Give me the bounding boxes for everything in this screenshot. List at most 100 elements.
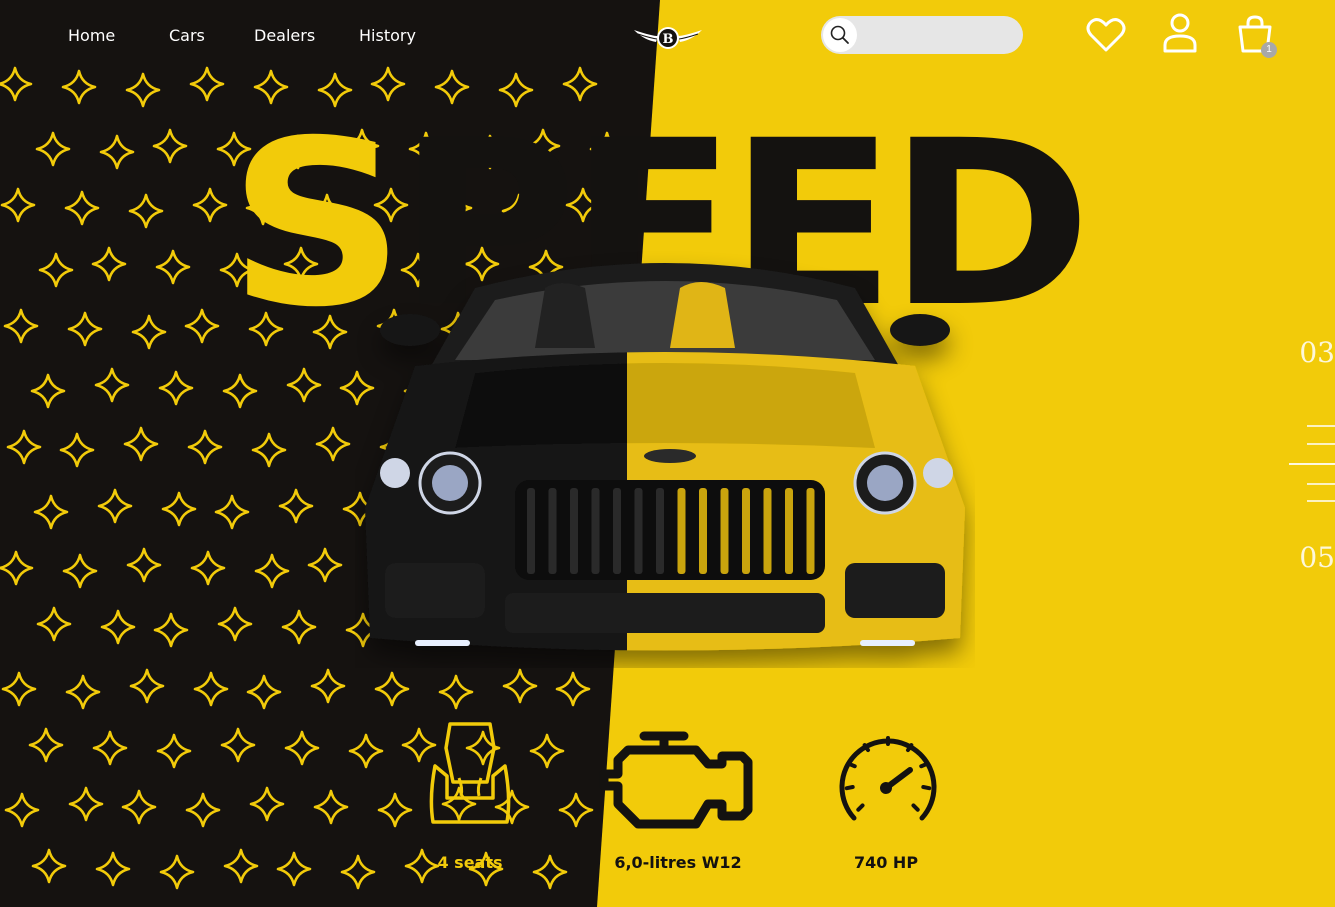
sparkle-icon [121, 789, 157, 825]
sparkle-icon [348, 733, 384, 769]
speedometer-tick [906, 743, 914, 753]
sparkle-icon [558, 792, 594, 828]
grille-bar [742, 488, 750, 574]
sparkle-icon [374, 671, 410, 707]
sparkle-icon [153, 612, 189, 648]
sparkle-icon [185, 792, 221, 828]
sparkle-icon [310, 668, 346, 704]
grille-bar [656, 488, 664, 574]
sparkle-icon [220, 727, 256, 763]
heart-icon[interactable] [1086, 16, 1126, 54]
sparkle-icon [92, 730, 128, 766]
sparkle-icon [286, 367, 322, 403]
speedometer-tick [847, 761, 857, 769]
sparkle-icon [555, 671, 591, 707]
sparkle-icon [1, 671, 37, 707]
sparkle-icon [152, 128, 188, 164]
sparkle-icon [254, 553, 290, 589]
sparkle-icon [189, 66, 225, 102]
nav-cars-link[interactable]: Cars [169, 26, 205, 45]
sparkle-icon [223, 848, 259, 884]
car-image [365, 263, 965, 651]
sparkle-icon [251, 432, 287, 468]
sparkle-icon [281, 609, 317, 645]
speedometer-tick [856, 803, 865, 812]
grille-bar [570, 488, 578, 574]
search-input[interactable] [869, 24, 1013, 48]
grille-bar [806, 488, 815, 574]
speedometer-tick [919, 761, 929, 769]
speedometer-tick [911, 803, 920, 812]
sparkle-icon [159, 854, 195, 890]
search-bar [821, 16, 1023, 54]
sparkle-icon [190, 550, 226, 586]
sparkle-icon [187, 429, 223, 465]
grille-bar [677, 488, 686, 574]
sparkle-icon [94, 367, 130, 403]
slide-next-number[interactable]: 05 [1299, 541, 1335, 574]
sparkle-icon [222, 373, 258, 409]
sparkle-icon [192, 187, 228, 223]
sparkle-icon [158, 370, 194, 406]
sparkle-icon [161, 491, 197, 527]
sparkle-icon [33, 494, 69, 530]
sparkle-icon [155, 249, 191, 285]
grille-bar [785, 488, 793, 574]
sparkle-icon [129, 668, 165, 704]
sparkle-icon [38, 252, 74, 288]
cart-count-badge: 1 [1261, 42, 1277, 58]
slide-progress-indicator[interactable] [1289, 424, 1335, 504]
slide-current-number[interactable]: 03 [1299, 336, 1335, 369]
grille-bar [591, 488, 600, 574]
sparkle-icon [246, 674, 282, 710]
sparkle-icon [278, 488, 314, 524]
sparkle-icon [125, 72, 161, 108]
sparkle-icon [214, 494, 250, 530]
sparkle-icon [100, 609, 136, 645]
nav-home-link[interactable]: Home [68, 26, 115, 45]
user-icon[interactable] [1162, 12, 1198, 54]
grille-bar [763, 488, 772, 574]
sparkle-icon [502, 668, 538, 704]
sparkle-icon [128, 193, 164, 229]
sparkle-icon [377, 792, 413, 828]
speedometer-tick [844, 785, 855, 791]
sparkle-icon [126, 547, 162, 583]
sparkle-icon [0, 187, 36, 223]
sparkle-icon [36, 606, 72, 642]
nav-history-link[interactable]: History [359, 26, 416, 45]
sparkle-icon [6, 429, 42, 465]
sparkle-icon [95, 851, 131, 887]
feature-engine-label: 6,0-litres W12 [614, 853, 742, 872]
sparkle-icon [91, 246, 127, 282]
sparkle-icon [284, 730, 320, 766]
sparkle-icon [3, 308, 39, 344]
sparkle-icon [65, 674, 101, 710]
sparkle-icon [28, 727, 64, 763]
sparkle-icon [131, 314, 167, 350]
sparkle-icon [97, 488, 133, 524]
sparkle-icon [59, 432, 95, 468]
sparkle-icon [438, 674, 474, 710]
sparkle-icon [0, 66, 33, 102]
sparkle-icon [4, 792, 40, 828]
search-icon[interactable] [823, 18, 857, 52]
feature-power-label: 740 HP [853, 853, 919, 872]
sparkle-icon [68, 786, 104, 822]
grille-bar [613, 488, 621, 574]
car-seat-icon [429, 722, 511, 824]
sparkle-icon [313, 789, 349, 825]
sparkle-icon [30, 373, 66, 409]
grille-bar [699, 488, 707, 574]
nav-dealers-link[interactable]: Dealers [254, 26, 315, 45]
sparkle-icon [193, 671, 229, 707]
speedometer-tick [921, 785, 932, 791]
sparkle-icon [249, 786, 285, 822]
sparkle-icon [307, 547, 343, 583]
brand-logo[interactable]: B [632, 22, 704, 52]
sparkle-icon [62, 553, 98, 589]
sparkle-icon [99, 134, 135, 170]
sparkle-icon [276, 851, 312, 887]
sparkle-icon [156, 733, 192, 769]
speedometer-icon [839, 736, 937, 821]
